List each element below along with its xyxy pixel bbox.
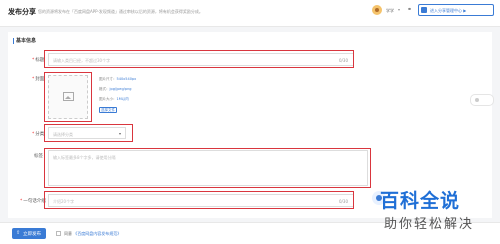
agree-checkbox[interactable] <box>56 231 61 236</box>
spec-format: 格式：jpg/jpeg/png <box>99 87 132 91</box>
upload-icon: ⇧ <box>16 230 21 236</box>
agree-link[interactable]: 《百度网盘内容发布规范》 <box>73 231 121 236</box>
username[interactable]: 学学 <box>386 8 394 14</box>
agree-text: 同意 《百度网盘内容发布规范》 <box>64 231 122 236</box>
watermark: 百科全说 助你轻松解决 <box>372 186 492 234</box>
publish-button[interactable]: ⇧ 立即发布 <box>12 228 46 239</box>
enter-share-center-label: 进入分享管理中心 ▶ <box>430 8 467 13</box>
title-highlight-box <box>44 50 354 68</box>
choose-file-button[interactable]: 选择文件 <box>99 107 117 113</box>
chevron-down-icon[interactable]: ▾ <box>398 7 400 12</box>
intro-highlight-box <box>44 191 354 209</box>
category-highlight-box <box>44 124 133 142</box>
publish-button-label: 立即发布 <box>23 232 41 237</box>
top-header: 发布分享 您的资源将发布在「百度网盘APP-发现频道」通过审核以后的资源，将有机… <box>0 0 500 27</box>
publish-notice: 您的资源将发布在「百度网盘APP-发现频道」通过审核以后的资源，将有机会获得奖励… <box>38 9 203 14</box>
watermark-main-text: 百科全说 <box>380 190 461 212</box>
tags-label: 标签 <box>34 154 43 159</box>
cover-highlight-box <box>44 72 92 122</box>
scroll-handle[interactable] <box>470 94 494 106</box>
enter-share-center-button[interactable]: 进入分享管理中心 ▶ <box>418 4 494 16</box>
bell-icon[interactable]: ⚭ <box>407 6 412 13</box>
tags-highlight-box <box>44 148 371 188</box>
title-label: *标题 <box>32 58 45 63</box>
intro-label: *一句话介绍 <box>20 199 46 204</box>
cover-label: *封面 <box>32 77 45 82</box>
section-title: 基本信息 <box>16 38 37 44</box>
avatar[interactable] <box>372 5 382 15</box>
category-label: *分类 <box>32 132 45 137</box>
share-center-icon <box>421 7 427 13</box>
watermark-sub-text: 助你轻松解决 <box>384 217 475 232</box>
spec-size: 图片尺寸：540x540px <box>99 77 137 81</box>
section-accent-bar <box>13 38 14 44</box>
spec-file-size: 图片大小：1M以内 <box>99 97 129 101</box>
page-title: 发布分享 <box>8 8 36 16</box>
